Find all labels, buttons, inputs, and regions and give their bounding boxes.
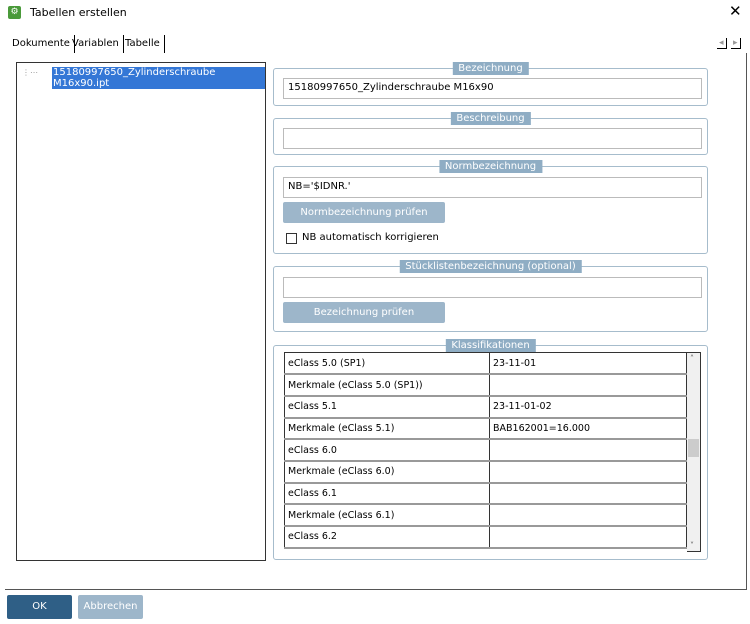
group-beschreibung: Beschreibung [273, 112, 708, 155]
cancel-button[interactable]: Abbrechen [78, 595, 143, 619]
classification-name: Merkmale (eClass 6.1) [284, 504, 490, 527]
group-normbezeichnung: Normbezeichnung NB='$IDNR.' Normbezeichn… [273, 160, 708, 254]
table-row[interactable]: Merkmale (eClass 6.1) [284, 504, 687, 527]
classification-value[interactable] [489, 460, 687, 484]
table-row[interactable]: eClass 5.0 (SP1) 23-11-01 [284, 352, 687, 376]
tree-item-document[interactable]: 15180997650_Zylinderschraube M16x90.ipt [52, 67, 265, 89]
tab-variablen[interactable]: Variablen [68, 35, 124, 53]
classification-value[interactable] [489, 504, 687, 527]
classification-name: eClass 6.1 [284, 482, 490, 506]
classification-value[interactable]: 23-11-01-02 [489, 395, 687, 419]
group-legend: Bezeichnung [452, 62, 529, 75]
app-icon: ⚙ [8, 6, 21, 19]
window-title: Tabellen erstellen [30, 6, 127, 19]
classification-name: eClass 5.1 [284, 395, 490, 419]
classification-value[interactable]: 23-11-01 [489, 352, 687, 376]
nb-auto-correct-checkbox[interactable] [286, 233, 297, 244]
group-klassifikationen: Klassifikationen eClass 5.0 (SP1) 23-11-0… [273, 339, 708, 560]
bezeichnung-pruefen-button[interactable]: Bezeichnung prüfen [283, 302, 445, 323]
classification-value[interactable] [489, 374, 687, 397]
normbezeichnung-pruefen-button[interactable]: Normbezeichnung prüfen [283, 202, 445, 223]
group-legend: Normbezeichnung [438, 160, 543, 173]
classification-name: Merkmale (eClass 5.1) [284, 417, 490, 441]
group-legend: Klassifikationen [445, 339, 536, 352]
scroll-up-icon[interactable]: ˄ [690, 354, 694, 363]
table-row[interactable]: eClass 6.2 [284, 526, 687, 549]
group-legend: Beschreibung [450, 112, 531, 125]
close-icon[interactable]: ✕ [729, 2, 742, 20]
document-tree[interactable]: ⋮⋯ 15180997650_Zylinderschraube M16x90.i… [16, 62, 266, 561]
classification-name: eClass 6.0 [284, 439, 490, 462]
tab-dokumente[interactable]: Dokumente [8, 35, 75, 53]
scroll-down-icon[interactable]: ˅ [690, 541, 694, 550]
bezeichnung-input[interactable]: 15180997650_Zylinderschraube M16x90 [283, 78, 702, 99]
stueckliste-input[interactable] [283, 277, 702, 298]
table-row[interactable]: Merkmale (eClass 5.0 (SP1)) [284, 374, 687, 397]
table-row[interactable]: eClass 5.1 23-11-01-02 [284, 395, 687, 419]
klassifikationen-table: eClass 5.0 (SP1) 23-11-01 Merkmale (eClass… [284, 352, 687, 549]
classification-name: eClass 6.2 [284, 526, 490, 549]
table-scrollbar[interactable]: ˄ ˅ [687, 352, 701, 552]
group-bezeichnung: Bezeichnung 15180997650_Zylinderschraube… [273, 62, 708, 106]
table-row[interactable]: Merkmale (eClass 5.1) BAB162001=16.000 [284, 417, 687, 441]
table-row[interactable]: eClass 6.0 [284, 439, 687, 462]
group-legend: Stücklistenbezeichnung (optional) [399, 260, 582, 273]
classification-value[interactable] [489, 482, 687, 506]
nb-auto-correct-label: NB automatisch korrigieren [302, 232, 439, 243]
classification-value[interactable] [489, 439, 687, 462]
table-row[interactable]: eClass 6.1 [284, 482, 687, 506]
ok-button[interactable]: OK [7, 595, 72, 619]
table-row[interactable]: Merkmale (eClass 6.0) [284, 460, 687, 484]
tree-connector-icon: ⋮⋯ [22, 68, 38, 77]
classification-name: Merkmale (eClass 5.0 (SP1)) [284, 374, 490, 397]
normbezeichnung-input[interactable]: NB='$IDNR.' [283, 177, 702, 198]
tab-next-icon[interactable]: ▸ [731, 38, 741, 49]
classification-name: eClass 5.0 (SP1) [284, 352, 490, 376]
group-stueckliste: Stücklistenbezeichnung (optional) Bezeic… [273, 260, 708, 332]
scroll-thumb[interactable] [688, 439, 699, 457]
beschreibung-input[interactable] [283, 128, 702, 149]
tab-tabelle[interactable]: Tabelle [121, 35, 165, 53]
classification-value[interactable] [489, 526, 687, 549]
classification-value[interactable]: BAB162001=16.000 [489, 417, 687, 441]
tab-prev-icon[interactable]: ◂ [717, 38, 727, 49]
classification-name: Merkmale (eClass 6.0) [284, 460, 490, 484]
